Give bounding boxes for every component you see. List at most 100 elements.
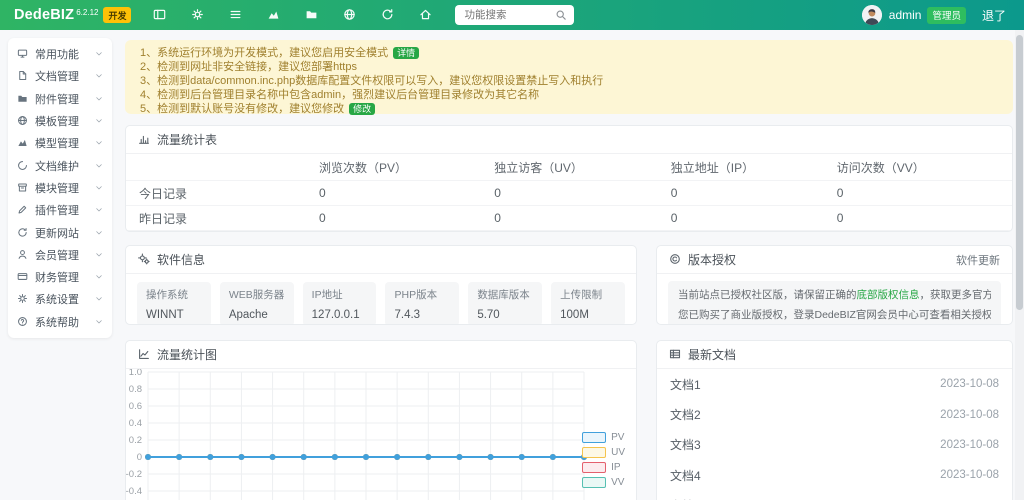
card-icon (17, 271, 29, 283)
brand-logo[interactable]: DedeBIZ (14, 7, 74, 23)
sidebar-item[interactable]: 模型管理 (8, 132, 112, 154)
doc-list-item[interactable]: 文档52023-10-08 (657, 491, 1012, 500)
panel-title: 流量统计图 (157, 346, 217, 363)
user-avatar[interactable] (862, 5, 882, 25)
sidebar-item[interactable]: 财务管理 (8, 266, 112, 288)
sidebar-item[interactable]: 模板管理 (8, 110, 112, 132)
sidebar-toggle-icon[interactable] (153, 8, 167, 22)
search-box (455, 5, 574, 25)
doc-list-item[interactable]: 文档42023-10-08 (657, 460, 1012, 490)
svg-text:0.8: 0.8 (129, 384, 142, 395)
panel-header: 流量统计表 (126, 126, 1012, 154)
folder-icon[interactable] (305, 8, 319, 22)
chart-area-icon[interactable] (267, 8, 281, 22)
logout-button[interactable]: 退了 (982, 7, 1006, 24)
notice-action-badge[interactable]: 修改 (349, 103, 375, 115)
info-value: 100M (560, 309, 616, 321)
doc-list-item[interactable]: 文档32023-10-08 (657, 430, 1012, 460)
notice-action-badge[interactable]: 详情 (393, 47, 419, 59)
software-info-panel: 软件信息 操作系统WINNTWEB服务器ApacheIP地址127.0.0.1P… (125, 245, 637, 325)
panel-title: 版本授权 (688, 251, 736, 268)
info-value: 7.4.3 (394, 309, 450, 321)
panel-header: 流量统计图 (126, 341, 636, 369)
sidebar-item[interactable]: 会员管理 (8, 244, 112, 266)
sidebar-item[interactable]: 更新网站 (8, 221, 112, 243)
auth-line-1: 当前站点已授权社区版，请保留正确的底部版权信息，获取更多官方技术支持，请选择商业… (678, 285, 991, 305)
monitor-icon (17, 48, 29, 60)
list-icon[interactable] (229, 8, 243, 22)
legend-item[interactable]: VV (582, 477, 625, 488)
chevron-down-icon (95, 139, 103, 147)
scrollbar-track[interactable] (1015, 30, 1024, 500)
software-info-item: IP地址127.0.0.1 (303, 282, 377, 325)
legend-item[interactable]: PV (582, 432, 625, 443)
panel-title: 最新文档 (688, 346, 736, 363)
info-label: WEB服务器 (229, 287, 285, 302)
sidebar-item[interactable]: 模块管理 (8, 177, 112, 199)
auth-line-2: 您已购买了商业版授权，登录DedeBIZ官网会员中心可查看相关授权信息 (678, 305, 991, 325)
sidebar-item[interactable]: 常用功能 (8, 43, 112, 65)
search-icon[interactable] (555, 9, 567, 21)
home-icon[interactable] (419, 8, 433, 22)
legend-swatch (582, 432, 606, 443)
doc-list-item[interactable]: 文档1 2023-10-08 (657, 369, 1012, 399)
legend-label: VV (611, 477, 624, 488)
auth-info-box: 当前站点已授权社区版，请保留正确的底部版权信息，获取更多官方技术支持，请选择商业… (668, 281, 1001, 325)
sidebar-item-label: 模型管理 (35, 135, 95, 151)
panel-title: 软件信息 (157, 251, 205, 268)
software-update-link[interactable]: 软件更新 (956, 252, 1000, 268)
sidebar-item[interactable]: 附件管理 (8, 88, 112, 110)
line-chart-icon (138, 348, 151, 361)
sidebar-item[interactable]: 文档管理 (8, 65, 112, 87)
software-info-item: 数据库版本5.70 (468, 282, 542, 325)
software-info-item: PHP版本 7.4.3 (385, 282, 459, 325)
column-header: 浏览次数（PV） (319, 154, 494, 181)
sidebar-item-label: 附件管理 (35, 91, 95, 107)
auth-link[interactable]: 底部版权信息 (857, 289, 920, 301)
doc-list-item[interactable]: 文档22023-10-08 (657, 399, 1012, 429)
row-label: 昨日记录 (126, 206, 319, 231)
user-area: admin 管理员 退了 (862, 5, 1006, 25)
software-info-item: 上传限制100M (551, 282, 625, 325)
legend-swatch (582, 477, 606, 488)
doc-date: 2023-10-08 (940, 378, 999, 390)
software-info-item: 操作系统WINNT (137, 282, 211, 325)
sidebar-item-label: 常用功能 (35, 46, 95, 62)
sidebar-item[interactable]: 系统设置 (8, 288, 112, 310)
sidebar-item[interactable]: 文档维护 (8, 154, 112, 176)
traffic-stats-panel: 流量统计表 浏览次数（PV）独立访客（UV）独立地址（IP）访问次数（VV） 今… (125, 125, 1013, 232)
globe-icon[interactable] (343, 8, 357, 22)
box-icon (17, 182, 29, 194)
latest-docs-panel: 最新文档 文档12023-10-08文档22023-10-08文档32023-1… (656, 340, 1013, 500)
auth-text: ，获取更多官方技术支持，请选择 (920, 289, 992, 301)
notice-line: 4、检测到后台管理目录名称中包含admin，强烈建议后台管理目录修改为其它名称 (140, 89, 998, 103)
panel-header: 最新文档 (657, 341, 1012, 369)
cell-value: 0 (671, 231, 837, 233)
chevron-down-icon (95, 184, 103, 192)
legend-item[interactable]: IP (582, 462, 625, 473)
chevron-down-icon (95, 50, 103, 58)
sidebar-item[interactable]: 系统帮助 (8, 311, 112, 333)
gear-icon[interactable] (191, 8, 205, 22)
scrollbar-thumb[interactable] (1016, 35, 1023, 310)
latest-docs-list: 文档12023-10-08文档22023-10-08文档32023-10-08文… (657, 369, 1012, 500)
svg-text:0.4: 0.4 (129, 418, 142, 429)
refresh-icon[interactable] (381, 8, 395, 22)
chevron-down-icon (95, 229, 103, 237)
notice-line: 5、检测到默认账号没有修改，建议您修改修改 (140, 103, 998, 117)
chevron-down-icon (95, 251, 103, 259)
info-label: IP地址 (312, 287, 368, 302)
panel-header: 软件信息 (126, 246, 636, 274)
chevron-down-icon (95, 318, 103, 326)
doc-date: 2023-10-08 (940, 409, 999, 421)
sidebar-item[interactable]: 插件管理 (8, 199, 112, 221)
svg-text:0: 0 (137, 452, 142, 463)
legend-item[interactable]: UV (582, 447, 625, 458)
sidebar-item-label: 模板管理 (35, 113, 95, 129)
username[interactable]: admin (889, 8, 922, 22)
info-label: PHP版本 (394, 287, 450, 302)
doc-name: 文档1 (670, 376, 701, 393)
software-info-item: WEB服务器Apache (220, 282, 294, 325)
info-value: 5.70 (477, 309, 533, 321)
role-badge: 管理员 (927, 7, 966, 24)
